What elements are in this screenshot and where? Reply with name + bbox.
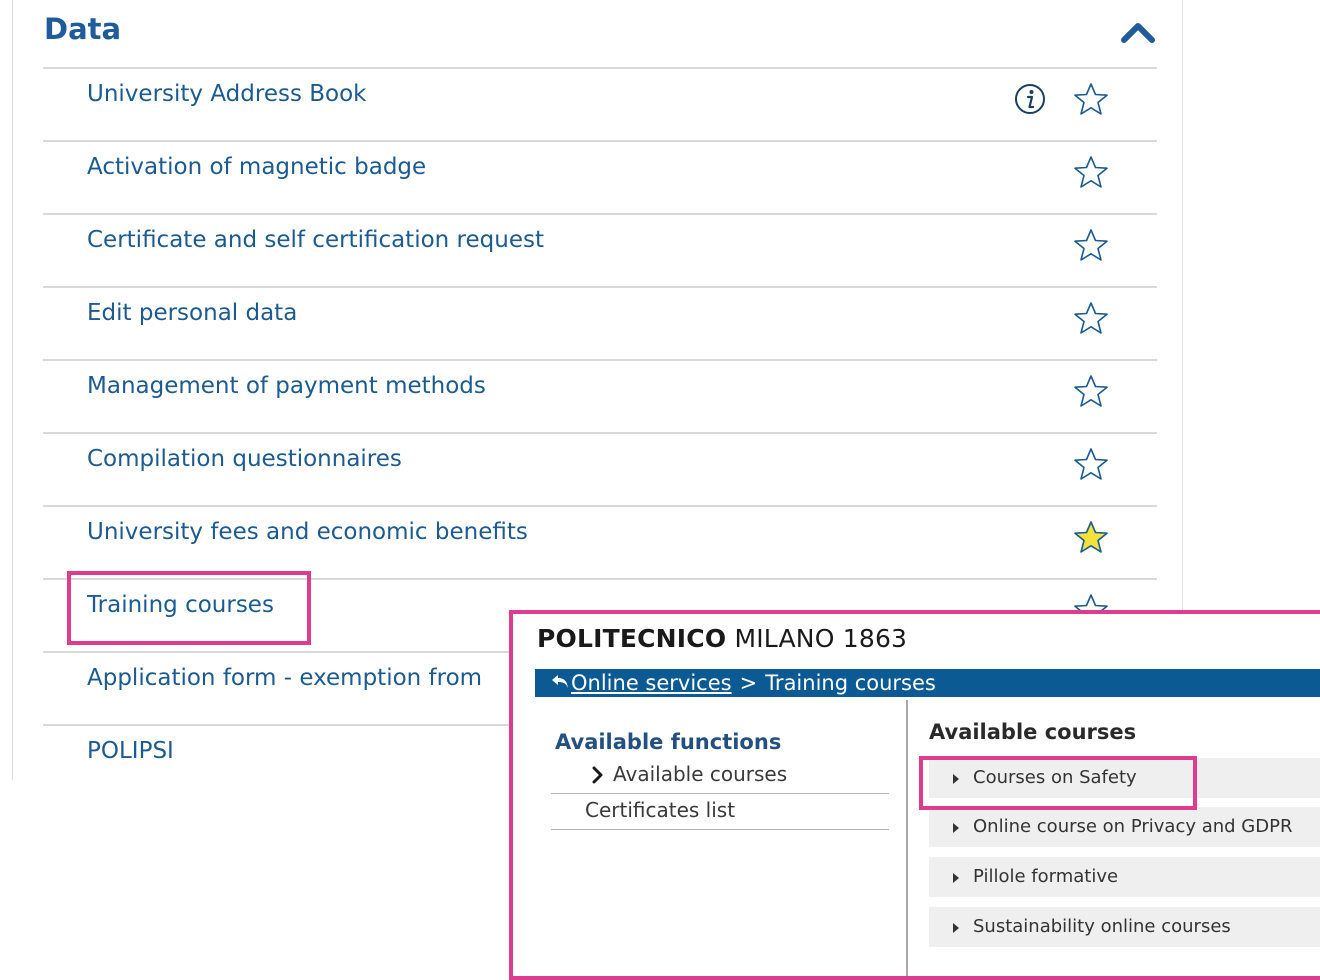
highlight-box-courses-on-safety [919, 756, 1197, 810]
favorite-star-icon[interactable] [1073, 155, 1109, 189]
function-certificates-list[interactable]: Certificates list [551, 796, 889, 830]
service-link[interactable]: Certificate and self certification reque… [87, 227, 544, 253]
breadcrumb: Online services > Training courses [535, 669, 1320, 697]
function-label: Available courses [613, 762, 788, 786]
breadcrumb-online-services-link[interactable]: Online services [571, 671, 732, 695]
triangle-right-icon [953, 873, 959, 883]
course-item-sustainability[interactable]: Sustainability online courses [929, 907, 1320, 947]
brand-name-rest: MILANO 1863 [726, 624, 908, 653]
service-link[interactable]: University fees and economic benefits [87, 519, 528, 545]
favorite-star-icon[interactable] [1073, 374, 1109, 408]
favorite-star-icon[interactable] [1073, 447, 1109, 481]
favorite-star-icon[interactable] [1073, 82, 1109, 116]
service-link[interactable]: POLIPSI [87, 738, 174, 764]
favorite-star-icon[interactable] [1073, 228, 1109, 262]
course-label: Online course on Privacy and GDPR [973, 816, 1293, 837]
right-divider [1182, 0, 1183, 610]
course-label: Sustainability online courses [973, 916, 1231, 937]
column-divider [906, 700, 908, 976]
breadcrumb-current: Training courses [765, 671, 936, 695]
triangle-right-icon [953, 923, 959, 933]
list-item: University fees and economic benefits [43, 505, 1157, 578]
list-item: Compilation questionnaires [43, 432, 1157, 505]
brand-name-bold: POLITECNICO [537, 624, 727, 653]
list-item: Certificate and self certification reque… [43, 213, 1157, 286]
chevron-right-icon [591, 762, 605, 789]
course-item-privacy[interactable]: Online course on Privacy and GDPR [929, 807, 1320, 847]
collapse-chevron-up-icon[interactable] [1120, 18, 1156, 46]
course-item-pillole[interactable]: Pillole formative [929, 857, 1320, 897]
service-link[interactable]: University Address Book [87, 81, 366, 107]
list-item: Activation of magnetic badge [43, 140, 1157, 213]
service-link[interactable]: Activation of magnetic badge [87, 154, 426, 180]
available-functions-title: Available functions [555, 730, 782, 754]
highlight-box-training-courses [67, 571, 311, 645]
course-label: Pillole formative [973, 866, 1119, 887]
back-arrow-icon[interactable] [551, 671, 569, 695]
triangle-right-icon [953, 823, 959, 833]
brand-logo: POLITECNICO MILANO 1863 [537, 624, 907, 653]
function-available-courses[interactable]: Available courses [551, 760, 889, 794]
service-link[interactable]: Application form - exemption from [87, 665, 482, 691]
favorite-star-icon[interactable] [1073, 301, 1109, 335]
list-item: University Address Book [43, 67, 1157, 140]
service-link[interactable]: Management of payment methods [87, 373, 486, 399]
available-courses-title: Available courses [929, 720, 1137, 744]
training-courses-screenshot: POLITECNICO MILANO 1863 Online services … [509, 610, 1320, 980]
service-link[interactable]: Compilation questionnaires [87, 446, 402, 472]
info-icon[interactable] [1013, 82, 1047, 116]
service-link[interactable]: Edit personal data [87, 300, 297, 326]
list-item: Edit personal data [43, 286, 1157, 359]
left-divider [12, 0, 13, 780]
breadcrumb-separator: > [739, 671, 758, 695]
list-item: Management of payment methods [43, 359, 1157, 432]
favorite-star-filled-icon[interactable] [1073, 520, 1109, 554]
function-label: Certificates list [585, 798, 736, 822]
section-title: Data [44, 12, 122, 46]
